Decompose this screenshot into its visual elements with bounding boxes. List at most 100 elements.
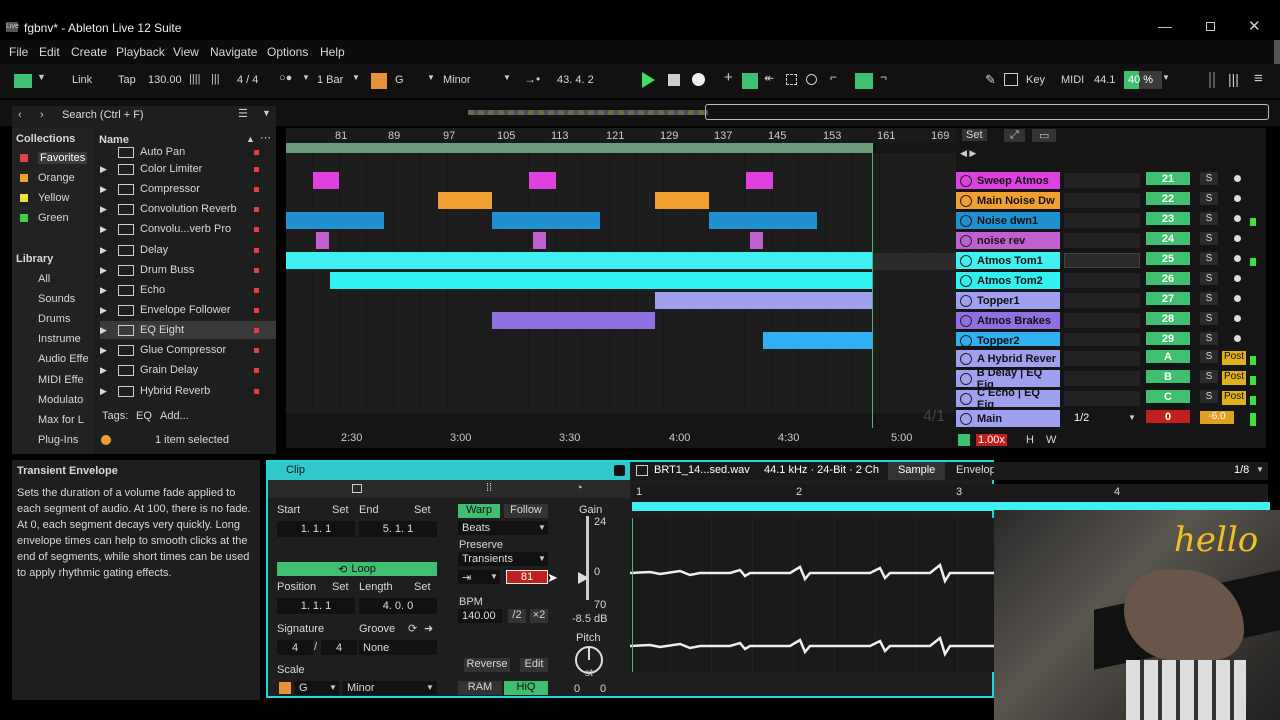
solo-button[interactable]: S xyxy=(1200,272,1218,285)
chevron-down-icon[interactable]: ▼ xyxy=(426,683,434,692)
clip-topper2[interactable] xyxy=(763,332,872,349)
track-io[interactable] xyxy=(1064,213,1140,228)
track-name[interactable]: Noise dwn1 xyxy=(956,212,1060,229)
signature-denominator[interactable]: 4 xyxy=(321,640,357,655)
clip-noise-rev[interactable] xyxy=(533,232,546,249)
record-icon[interactable] xyxy=(692,73,705,86)
warp-button[interactable]: Warp xyxy=(458,504,500,518)
track-row[interactable]: Sweep Atmos 21 S xyxy=(956,172,1266,189)
loop-button[interactable]: ⟲ Loop xyxy=(277,562,437,576)
clip-atmos-brakes[interactable] xyxy=(492,312,655,329)
position-field[interactable]: 1. 1. 1 xyxy=(277,598,355,614)
solo-button[interactable]: S xyxy=(1200,192,1218,205)
scrollbar-right[interactable] xyxy=(1274,40,1280,64)
length-set-button[interactable]: Set xyxy=(414,581,431,593)
track-name[interactable]: B Delay | EQ Eig xyxy=(956,367,1060,391)
library-midi-effects[interactable]: MIDI Effe xyxy=(38,374,84,386)
library-audio-effects[interactable]: Audio Effe xyxy=(38,353,89,365)
list-item[interactable]: ▶ Convolution Reverb xyxy=(100,200,270,218)
list-item[interactable]: ▶ Grain Delay xyxy=(100,361,270,379)
track-io[interactable] xyxy=(1064,233,1140,248)
track-io[interactable] xyxy=(1064,333,1140,346)
list-item[interactable]: Auto Pan xyxy=(100,143,270,161)
metronome-icon[interactable]: ○● xyxy=(279,72,292,84)
track-name[interactable]: Topper1 xyxy=(956,292,1060,309)
key-map-button[interactable]: Key xyxy=(1026,74,1045,86)
library-all[interactable]: All xyxy=(38,273,50,285)
signature-numerator[interactable]: 4 xyxy=(277,640,313,655)
lock-icon[interactable]: ▭ xyxy=(1032,129,1057,142)
library-drums[interactable]: Drums xyxy=(38,313,70,325)
chevron-down-icon[interactable]: ▼ xyxy=(1162,73,1170,82)
track-io[interactable] xyxy=(1064,193,1140,208)
arm-button[interactable] xyxy=(1228,172,1246,185)
list-item[interactable]: ▶ Convolu...verb Pro xyxy=(100,220,270,238)
loop-icon[interactable] xyxy=(855,73,873,89)
collection-orange[interactable]: Orange xyxy=(38,172,75,184)
track-name[interactable]: Atmos Tom2 xyxy=(956,272,1060,289)
transient-envelope-field[interactable]: 81 xyxy=(506,570,548,584)
track-number[interactable]: 27 xyxy=(1146,292,1190,305)
clip-noise-rev[interactable] xyxy=(750,232,763,249)
library-modulators[interactable]: Modulato xyxy=(38,394,83,406)
chevron-down-icon[interactable]: ▼ xyxy=(427,73,435,82)
track-number[interactable]: 24 xyxy=(1146,232,1190,245)
play-icon[interactable] xyxy=(960,412,972,425)
chevron-down-icon[interactable]: ▼ xyxy=(538,554,546,563)
track-name[interactable]: Atmos Tom1 xyxy=(956,252,1060,269)
arm-button[interactable] xyxy=(1228,212,1246,225)
edit-button[interactable]: Edit xyxy=(520,658,548,672)
save-icon[interactable] xyxy=(614,465,625,476)
clip-noise-dwn1[interactable] xyxy=(286,212,384,229)
sample-loop-brace[interactable] xyxy=(632,502,994,511)
track-io[interactable] xyxy=(1064,293,1140,308)
scale-dropdown[interactable]: Minor xyxy=(443,74,471,86)
track-number[interactable]: 29 xyxy=(1146,332,1190,345)
close-icon[interactable]: ✕ xyxy=(1248,17,1261,35)
library-max-for-live[interactable]: Max for L xyxy=(38,414,84,426)
warp-start-marker[interactable] xyxy=(632,518,633,672)
list-item[interactable]: ▶ Drum Buss xyxy=(100,261,270,279)
search-input[interactable]: Search (Ctrl + F) xyxy=(62,109,144,121)
play-icon[interactable] xyxy=(960,274,972,287)
start-set-button[interactable]: Set xyxy=(332,504,349,516)
list-item[interactable]: ▶ Glue Compressor xyxy=(100,341,270,359)
reverse-button[interactable]: Reverse xyxy=(464,658,510,672)
play-icon[interactable] xyxy=(960,214,972,227)
master-volume[interactable]: 0 xyxy=(1146,410,1190,423)
track-number[interactable]: 22 xyxy=(1146,192,1190,205)
track-name[interactable]: Main Noise Dw xyxy=(956,192,1060,209)
tempo-field[interactable]: 130.00 xyxy=(148,74,182,86)
ram-button[interactable]: RAM xyxy=(458,681,502,695)
arm-button[interactable] xyxy=(1228,312,1246,325)
clip-atmos-tom2[interactable] xyxy=(330,272,872,289)
gain-slider-track[interactable] xyxy=(586,516,589,600)
track-io[interactable] xyxy=(1064,371,1140,386)
play-icon[interactable] xyxy=(960,314,972,327)
envelope-tab-icon[interactable]: ◔ xyxy=(576,482,583,494)
track-name[interactable]: Atmos Brakes xyxy=(956,312,1060,329)
signature-field[interactable]: 4 / 4 xyxy=(237,74,258,86)
solo-button[interactable]: S xyxy=(1200,232,1218,245)
master-track-row[interactable]: Main 1/2 ▼ 0 -6.0 xyxy=(956,410,1266,427)
play-icon[interactable] xyxy=(960,352,972,365)
track-name[interactable]: A Hybrid Rever xyxy=(956,350,1060,367)
clip-noise-dwn1[interactable] xyxy=(492,212,600,229)
set-locator-button[interactable]: Set xyxy=(962,129,987,141)
library-instruments[interactable]: Instrume xyxy=(38,333,81,345)
view-toggle-icon[interactable] xyxy=(14,74,32,88)
loop-brace[interactable] xyxy=(286,143,872,153)
sample-ruler[interactable] xyxy=(630,484,994,502)
track-row[interactable]: Main Noise Dw 22 S xyxy=(956,192,1266,209)
post-button[interactable]: Post xyxy=(1222,371,1246,385)
session-record-icon[interactable] xyxy=(806,74,817,85)
track-row[interactable]: noise rev 24 S xyxy=(956,232,1266,249)
double-tempo-button[interactable]: ×2 xyxy=(530,609,548,623)
collection-favorites[interactable]: Favorites xyxy=(38,152,88,164)
computer-keyboard-icon[interactable] xyxy=(1004,73,1018,86)
restore-icon[interactable] xyxy=(1206,22,1215,31)
chevron-down-icon[interactable]: ▼ xyxy=(1256,465,1264,474)
menu-icon[interactable]: ≡ xyxy=(1254,70,1263,87)
clip-atmos-tom1[interactable] xyxy=(286,252,872,269)
list-item[interactable]: ▶ Echo xyxy=(100,281,270,299)
